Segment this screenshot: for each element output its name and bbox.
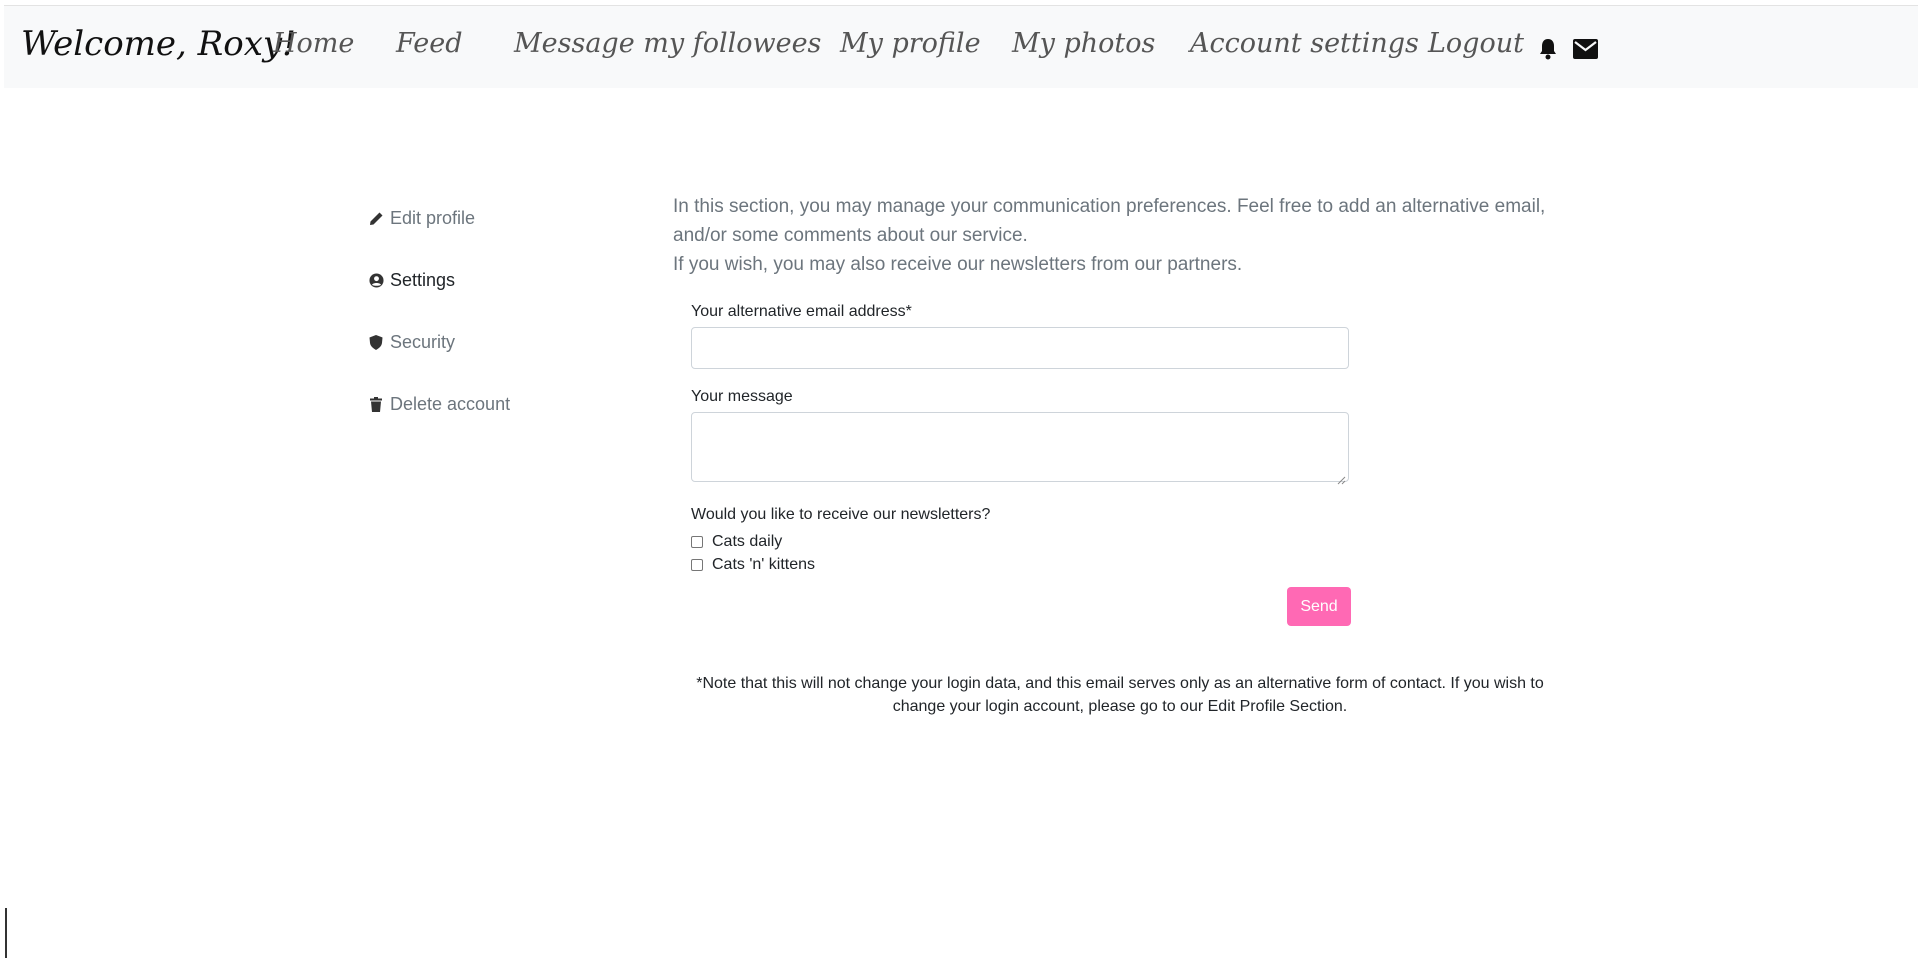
sidebar-item-label: Settings bbox=[390, 270, 456, 290]
intro-paragraph: If you wish, you may also receive our ne… bbox=[673, 254, 1243, 275]
send-button[interactable]: Send bbox=[1287, 587, 1351, 626]
intro-paragraph: In this section, you may manage your com… bbox=[673, 196, 1546, 246]
user-circle-icon bbox=[368, 273, 384, 289]
resize-handle-icon[interactable] bbox=[1337, 470, 1346, 485]
sidebar-item-delete-account[interactable]: Delete account bbox=[368, 394, 510, 415]
email-field-label: Your alternative email address* bbox=[691, 303, 912, 320]
pencil-icon bbox=[368, 211, 384, 227]
checkbox-label: Cats 'n' kittens bbox=[712, 556, 816, 573]
newsletter-question: Would you like to receive our newsletter… bbox=[691, 506, 991, 523]
sidebar-item-settings[interactable]: Settings bbox=[368, 270, 455, 291]
checkbox-label: Cats daily bbox=[712, 533, 783, 550]
nav-link-account-settings[interactable]: Account settings bbox=[1190, 28, 1419, 59]
envelope-icon[interactable] bbox=[1572, 36, 1598, 62]
brand-greeting: Welcome, Roxy! bbox=[21, 24, 296, 64]
navbar: Welcome, Roxy! Home Feed Message my foll… bbox=[4, 6, 1918, 88]
nav-link-logout[interactable]: Logout bbox=[1428, 28, 1524, 59]
newsletter-option-cats-daily[interactable]: Cats daily bbox=[691, 533, 782, 551]
nav-link-feed[interactable]: Feed bbox=[396, 28, 463, 59]
cats-daily-checkbox[interactable] bbox=[691, 536, 703, 548]
message-textarea[interactable] bbox=[691, 412, 1349, 485]
nav-link-my-profile[interactable]: My profile bbox=[840, 28, 981, 59]
nav-link-message-followees[interactable]: Message my followees bbox=[514, 28, 821, 59]
trash-icon bbox=[368, 397, 384, 413]
sidebar-item-label: Delete account bbox=[390, 394, 511, 414]
footnote: *Note that this will not change your log… bbox=[696, 675, 1544, 715]
shield-icon bbox=[368, 335, 384, 351]
intro-text: In this section, you may manage your com… bbox=[673, 192, 1583, 279]
message-field-label: Your message bbox=[691, 388, 793, 405]
sidebar-item-security[interactable]: Security bbox=[368, 332, 455, 353]
alternative-email-input[interactable] bbox=[691, 327, 1349, 369]
bell-icon[interactable] bbox=[1535, 36, 1561, 62]
newsletter-option-cats-n-kittens[interactable]: Cats 'n' kittens bbox=[691, 556, 815, 574]
cats-n-kittens-checkbox[interactable] bbox=[691, 559, 703, 571]
sidebar-item-label: Security bbox=[390, 332, 456, 352]
nav-link-my-photos[interactable]: My photos bbox=[1012, 28, 1155, 59]
nav-link-home[interactable]: Home bbox=[273, 28, 354, 59]
sidebar-item-label: Edit profile bbox=[390, 208, 476, 228]
text-cursor bbox=[5, 908, 7, 958]
sidebar-item-edit-profile[interactable]: Edit profile bbox=[368, 208, 475, 229]
